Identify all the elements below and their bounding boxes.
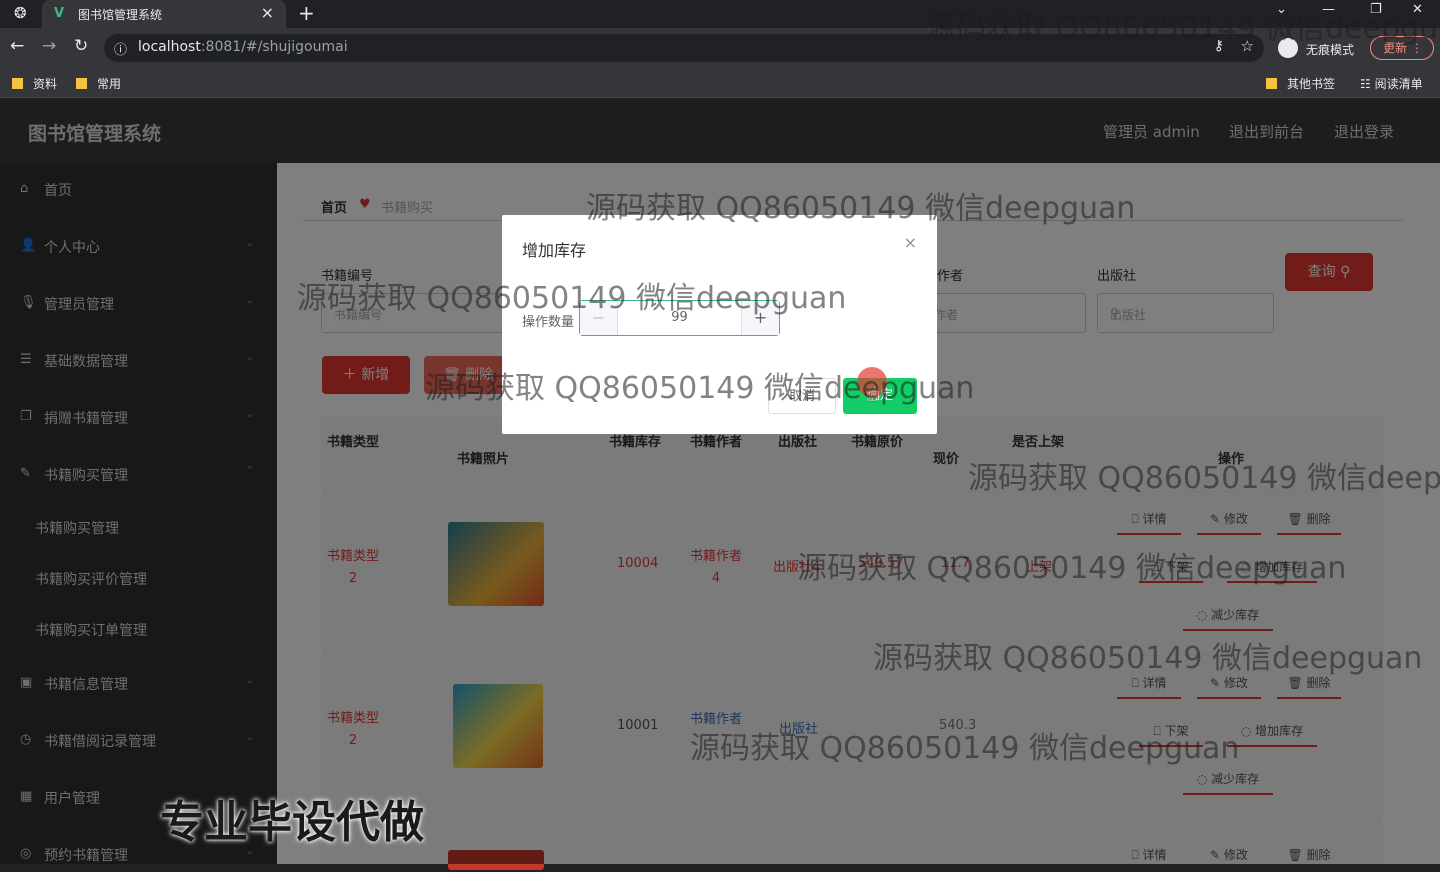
info-icon[interactable]: ⓘ bbox=[114, 39, 127, 58]
browser-menu-icon[interactable]: ❂ bbox=[14, 4, 27, 22]
promo-banner: 专业毕设代做 bbox=[160, 797, 424, 848]
bookmarks-bar: 资料 常用 其他书签 ☷ 阅读清单 bbox=[0, 68, 1440, 98]
address-bar-row: ← → ↻ ⓘ localhost:8081/#/shujigoumai ⚷ ☆… bbox=[0, 28, 1440, 68]
add-stock-dialog: 增加库存 × 操作数量 − 99 + 取消 确定 ☝ bbox=[502, 215, 937, 434]
url-text: localhost:8081/#/shujigoumai bbox=[138, 39, 348, 55]
url-field[interactable]: ⓘ localhost:8081/#/shujigoumai ⚷ ☆ bbox=[104, 34, 1264, 62]
restore-icon[interactable]: ❐ bbox=[1370, 2, 1382, 17]
back-icon[interactable]: ← bbox=[10, 36, 24, 56]
update-button[interactable]: 更新 ⋮ bbox=[1370, 36, 1434, 60]
folder-icon bbox=[76, 78, 87, 89]
cancel-button[interactable]: 取消 bbox=[768, 378, 836, 414]
reading-list-icon: ☷ bbox=[1360, 77, 1375, 91]
folder-icon bbox=[1266, 78, 1277, 89]
incognito-label: 无痕模式 bbox=[1306, 43, 1355, 57]
browser-tab[interactable]: V 图书馆管理系统 × bbox=[42, 0, 286, 28]
quantity-label: 操作数量 bbox=[522, 315, 575, 330]
star-icon[interactable]: ☆ bbox=[1241, 37, 1254, 55]
quantity-input[interactable]: 99 bbox=[618, 301, 741, 335]
key-icon[interactable]: ⚷ bbox=[1214, 38, 1224, 54]
tab-title: 图书馆管理系统 bbox=[78, 8, 163, 22]
modal-overlay[interactable] bbox=[0, 99, 1440, 864]
reload-icon[interactable]: ↻ bbox=[74, 36, 88, 56]
incognito-icon bbox=[1278, 38, 1298, 58]
folder-icon bbox=[12, 78, 23, 89]
new-tab-icon[interactable]: + bbox=[298, 1, 315, 25]
close-tab-icon[interactable]: × bbox=[261, 3, 274, 22]
close-icon[interactable]: × bbox=[904, 233, 917, 252]
chevron-down-icon[interactable]: ⌄ bbox=[1276, 2, 1287, 17]
cursor-hand-icon: ☝ bbox=[866, 382, 879, 406]
quantity-stepper: − 99 + bbox=[579, 300, 780, 336]
bookmark-folder-1[interactable]: 资料 bbox=[12, 75, 57, 92]
dialog-title: 增加库存 bbox=[522, 241, 587, 260]
browser-tab-bar: ❂ V 图书馆管理系统 × + ⌄ — ❐ ✕ bbox=[0, 0, 1440, 28]
other-bookmarks[interactable]: 其他书签 bbox=[1266, 75, 1335, 92]
minimize-icon[interactable]: — bbox=[1322, 2, 1335, 17]
forward-icon[interactable]: → bbox=[42, 36, 56, 56]
vue-favicon-icon: V bbox=[54, 6, 65, 21]
reading-list[interactable]: ☷ 阅读清单 bbox=[1360, 75, 1423, 92]
decrease-button[interactable]: − bbox=[580, 301, 618, 335]
increase-button[interactable]: + bbox=[741, 301, 779, 335]
bookmark-folder-2[interactable]: 常用 bbox=[76, 75, 121, 92]
close-window-icon[interactable]: ✕ bbox=[1412, 2, 1423, 17]
